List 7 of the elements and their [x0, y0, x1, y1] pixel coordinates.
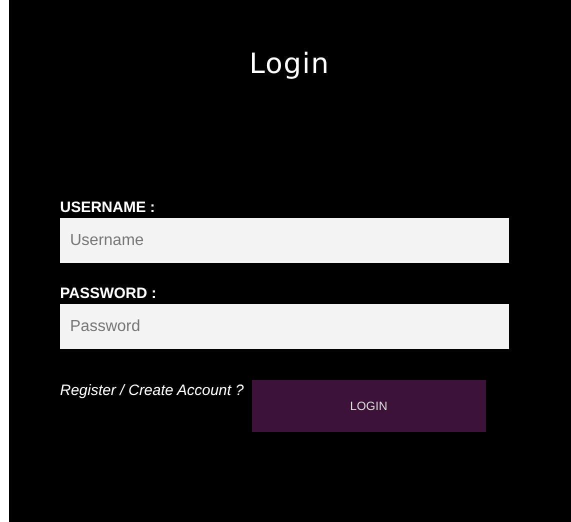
field-label: USERNAME : — [60, 198, 156, 218]
input-field[interactable]: Username — [60, 218, 509, 263]
field-label: PASSWORD : — [60, 284, 158, 304]
register-link[interactable]: Register / Create Account ? — [60, 382, 244, 399]
login-title: Login — [248, 46, 331, 82]
input-field[interactable]: Password — [60, 304, 509, 349]
login-button[interactable]: LOGIN — [252, 380, 486, 432]
